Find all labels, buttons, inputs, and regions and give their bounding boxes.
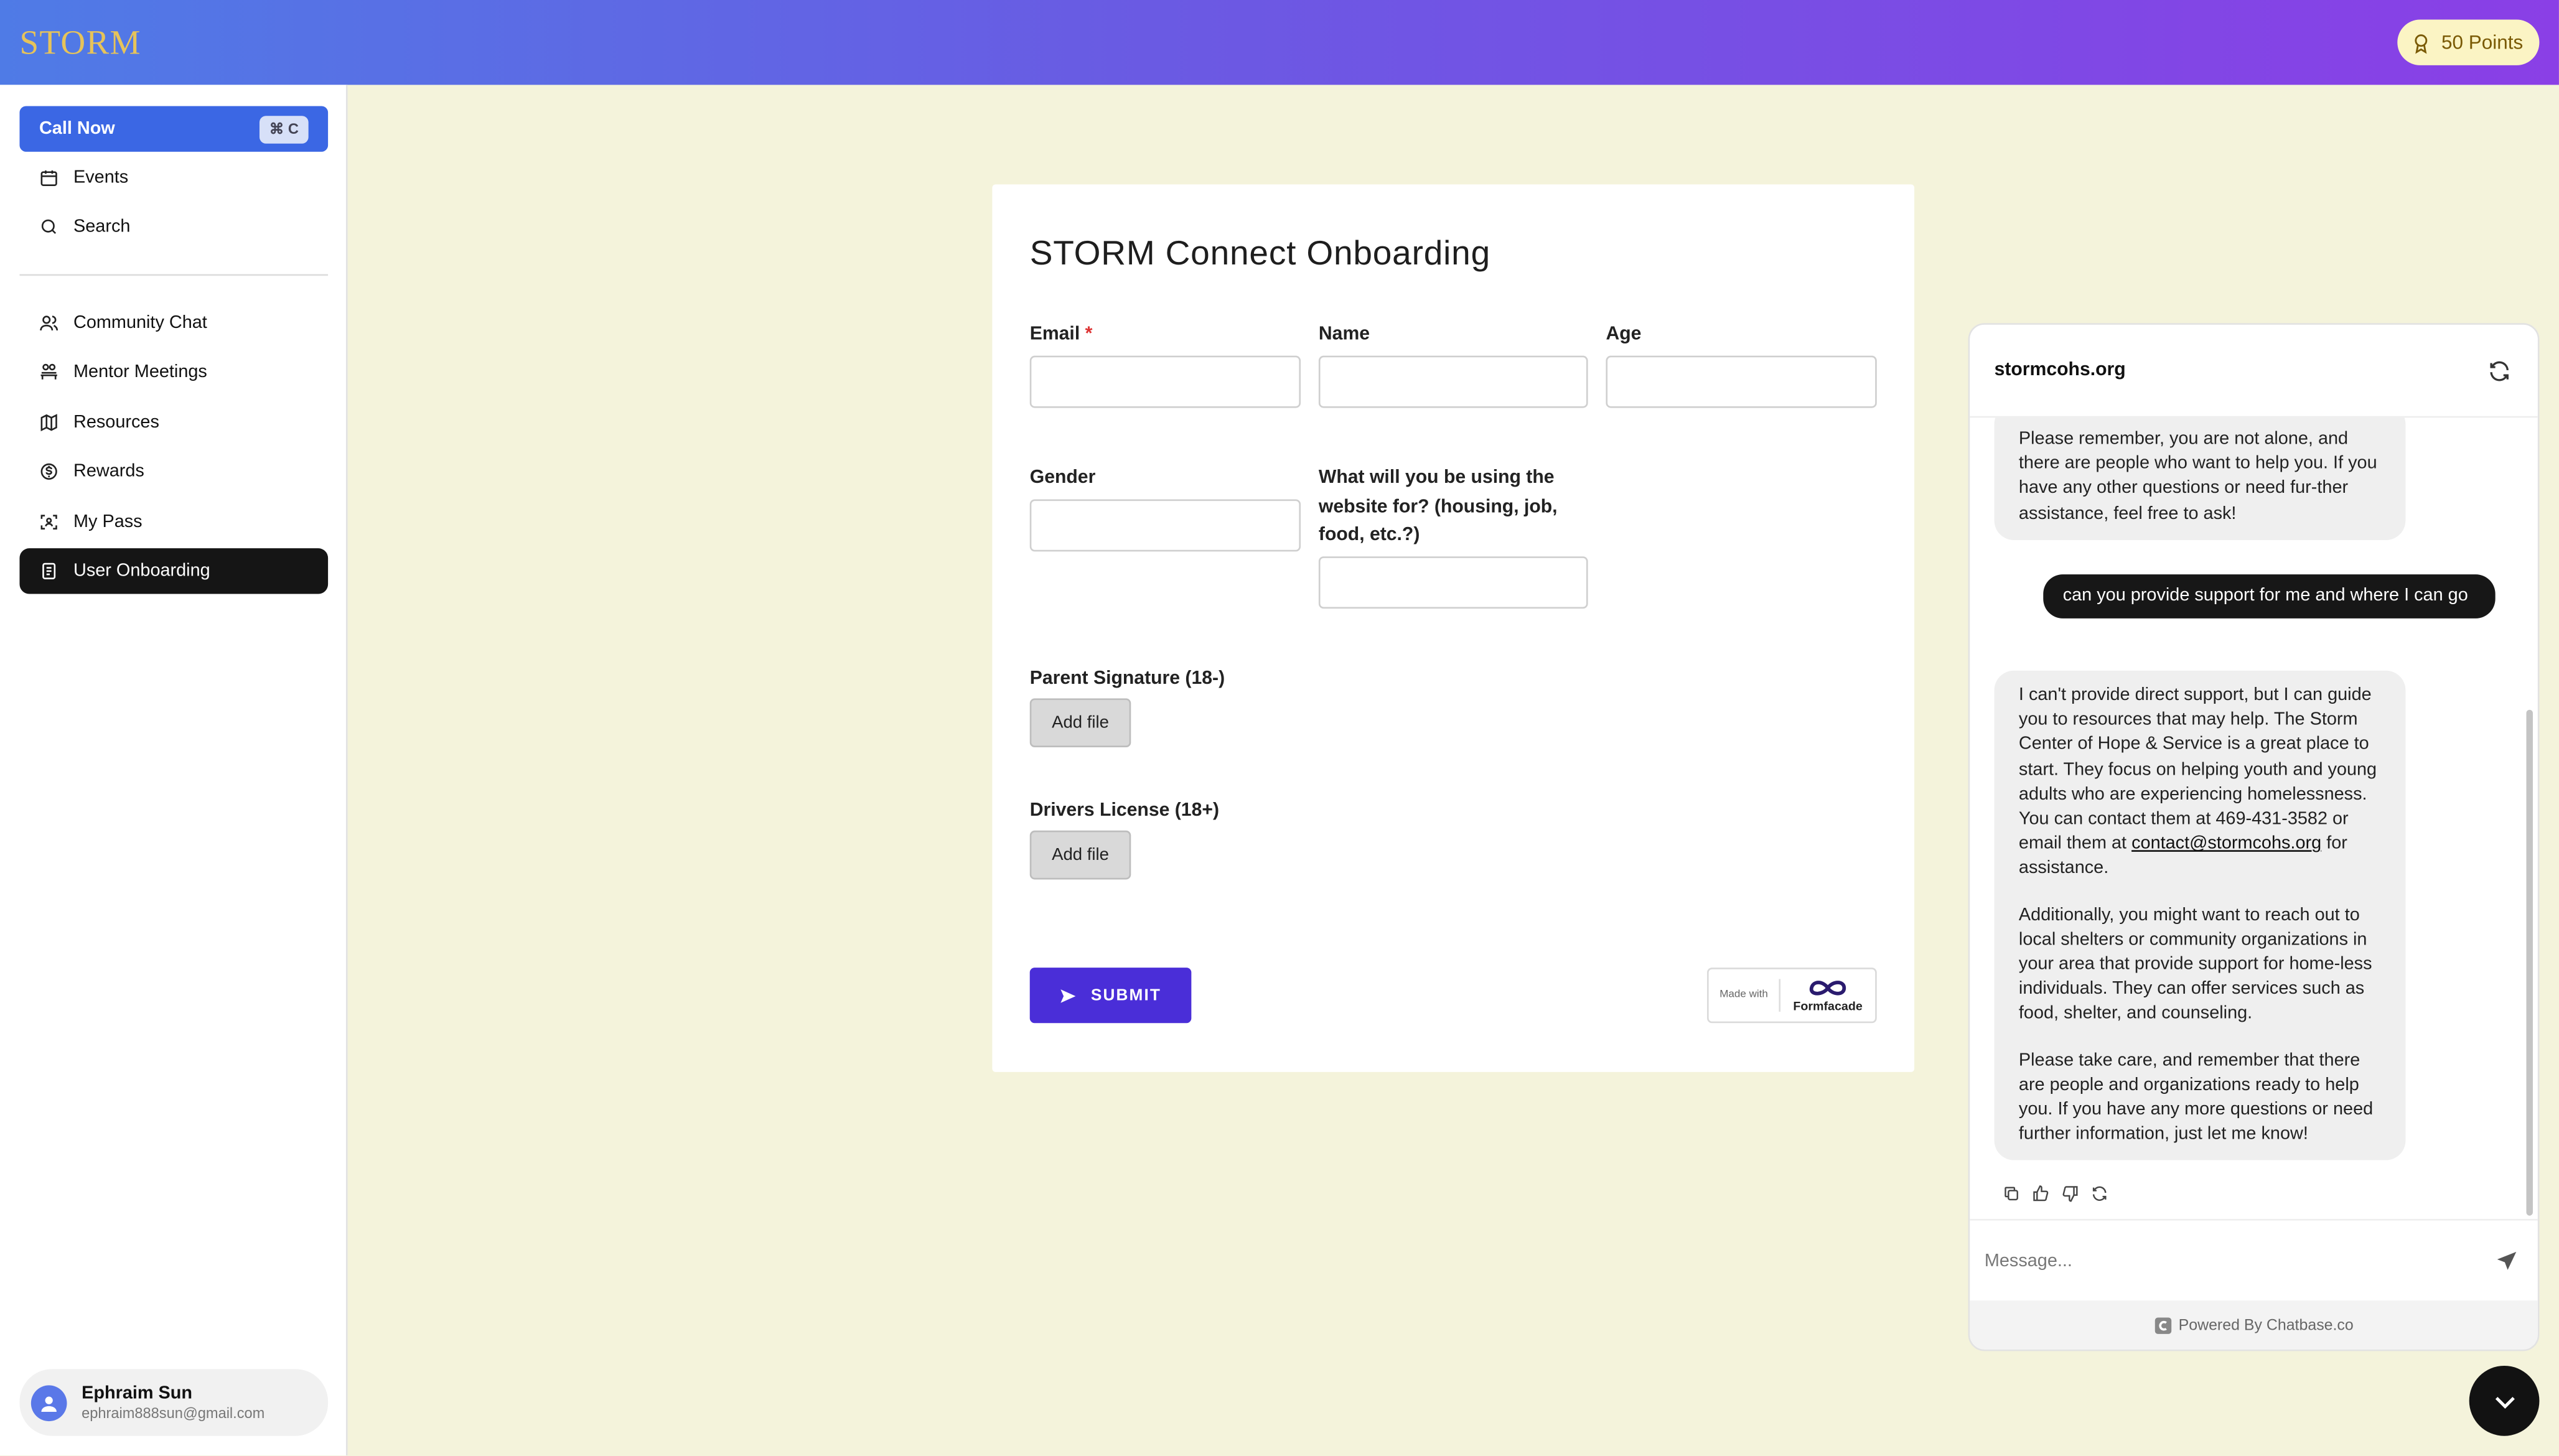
storm-logo[interactable]: STORM [19,19,141,65]
user-profile-card[interactable]: Ephraim Sun ephraim888sun@gmail.com [19,1369,329,1436]
purpose-field[interactable] [1318,556,1588,609]
badge-brand-name: Formfacade [1793,997,1863,1013]
gender-field[interactable] [1029,499,1301,552]
bot-message: Please remember, you are not alone, and … [1994,418,2406,540]
refresh-icon[interactable] [2487,358,2512,383]
document-icon [42,562,56,579]
thumbs-down-icon[interactable] [2061,1185,2079,1203]
badge-made-with: Made with [1709,979,1781,1012]
formfacade-badge[interactable]: Made with Formfacade [1707,968,1877,1024]
chat-header: stormcohs.org [1970,324,2538,418]
map-icon [40,414,57,432]
logo-text: STORM [19,22,141,62]
chat-widget: stormcohs.org Please remember, you are n… [1968,323,2540,1351]
gender-label: Gender [1029,468,1096,488]
sidebar: Call Now ⌘ C Events Search Community Cha… [0,85,348,1456]
sidebar-item-label: Search [73,217,131,237]
drivers-license-add-file-button[interactable]: Add file [1029,830,1131,880]
required-mark: * [1085,324,1093,345]
users-icon [40,315,58,331]
points-badge[interactable]: 50 Points [2397,19,2540,65]
form-title: STORM Connect Onboarding [1029,235,1490,273]
user-icon [41,1396,57,1411]
bot-message-text-part: I can't provide direct support, but I ca… [2018,685,2377,854]
sidebar-item-label: Resources [73,413,159,432]
thumbs-up-icon[interactable] [2032,1185,2050,1203]
email-field[interactable] [1029,355,1301,408]
dollar-circle-icon [40,463,57,480]
message-input[interactable] [1984,1251,2442,1271]
chat-messages[interactable]: Please remember, you are not alone, and … [1970,418,2538,1217]
chat-toggle-button[interactable] [2469,1365,2540,1436]
user-name: Ephraim Sun [82,1383,193,1404]
drivers-license-label: Drivers License (18+) [1029,801,1220,821]
sidebar-item-label: Mentor Meetings [73,362,207,382]
purpose-label: What will you be using the website for? … [1318,468,1558,545]
sidebar-item-user-onboarding[interactable]: User Onboarding [19,548,329,594]
sidebar-item-community-chat[interactable]: Community Chat [19,301,328,346]
send-icon [1061,988,1077,1002]
email-label-text: Email [1029,324,1080,345]
sidebar-item-events[interactable]: Events [19,155,328,200]
age-label: Age [1606,324,1642,345]
submit-button[interactable]: SUBMIT [1029,968,1192,1024]
age-field[interactable] [1606,355,1877,408]
formfacade-logo-icon [1809,979,1846,995]
call-now-label: Call Now [39,119,115,139]
regenerate-icon[interactable] [2090,1185,2108,1203]
message-actions [2003,1185,2108,1203]
name-field[interactable] [1318,355,1588,408]
chat-input-bar [1970,1218,2538,1300]
bot-message-text: Additionally, you might want to reach ou… [2018,905,2372,1024]
sidebar-item-my-pass[interactable]: My Pass [19,499,328,544]
sidebar-item-mentor-meetings[interactable]: Mentor Meetings [19,349,328,394]
user-message: can you provide support for me and where… [2043,574,2496,619]
bot-message-text: Please take care, and remember that ther… [2018,1050,2374,1144]
shortcut-badge: ⌘ C [259,114,309,143]
parent-signature-label: Parent Signature (18-) [1029,669,1225,689]
sidebar-item-label: Community Chat [73,313,207,333]
bot-message-text: I can't provide direct support, but I ca… [2019,684,2381,882]
chat-footer: Powered By Chatbase.co [1970,1300,2538,1350]
call-now-button[interactable]: Call Now ⌘ C [19,106,329,152]
scan-icon [40,515,57,530]
email-label: Email * [1030,322,1093,350]
sidebar-item-label: Rewards [73,462,144,482]
copy-icon[interactable] [2003,1185,2021,1203]
top-bar: STORM 50 Points [0,0,2559,85]
parent-signature-add-file-button[interactable]: Add file [1029,698,1131,748]
avatar [30,1384,67,1421]
award-icon [2415,33,2428,54]
sidebar-item-rewards[interactable]: Rewards [19,449,328,494]
chevron-down-icon [2494,1396,2514,1408]
send-icon[interactable] [2496,1249,2519,1272]
chat-scrollbar[interactable] [2526,709,2533,1216]
user-message-text: can you provide support for me and where… [2062,586,2468,605]
search-icon [41,219,57,234]
powered-by-text[interactable]: Powered By Chatbase.co [2179,1317,2354,1335]
sidebar-item-search[interactable]: Search [19,204,328,250]
badge-brand: Formfacade [1780,978,1875,1012]
chatbase-logo-icon [2154,1317,2171,1334]
name-label: Name [1318,324,1370,345]
meeting-icon [40,363,57,380]
chat-title: stormcohs.org [1994,360,2126,381]
onboarding-form: STORM Connect Onboarding Email * Name Ag… [992,184,1915,1072]
bot-message: I can't provide direct support, but I ca… [1994,670,2406,1161]
sidebar-item-label: User Onboarding [73,561,210,581]
calendar-icon [40,170,57,186]
sidebar-divider [19,274,329,276]
sidebar-item-label: Events [73,168,129,188]
submit-label: SUBMIT [1090,986,1162,1005]
points-label: 50 Points [2441,30,2524,54]
sidebar-item-resources[interactable]: Resources [19,399,328,445]
user-email: ephraim888sun@gmail.com [82,1404,265,1422]
sidebar-item-label: My Pass [73,512,143,532]
bot-message-text: Please remember, you are not alone, and … [2018,429,2377,523]
email-link[interactable]: contact@stormcohs.org [2131,834,2321,854]
